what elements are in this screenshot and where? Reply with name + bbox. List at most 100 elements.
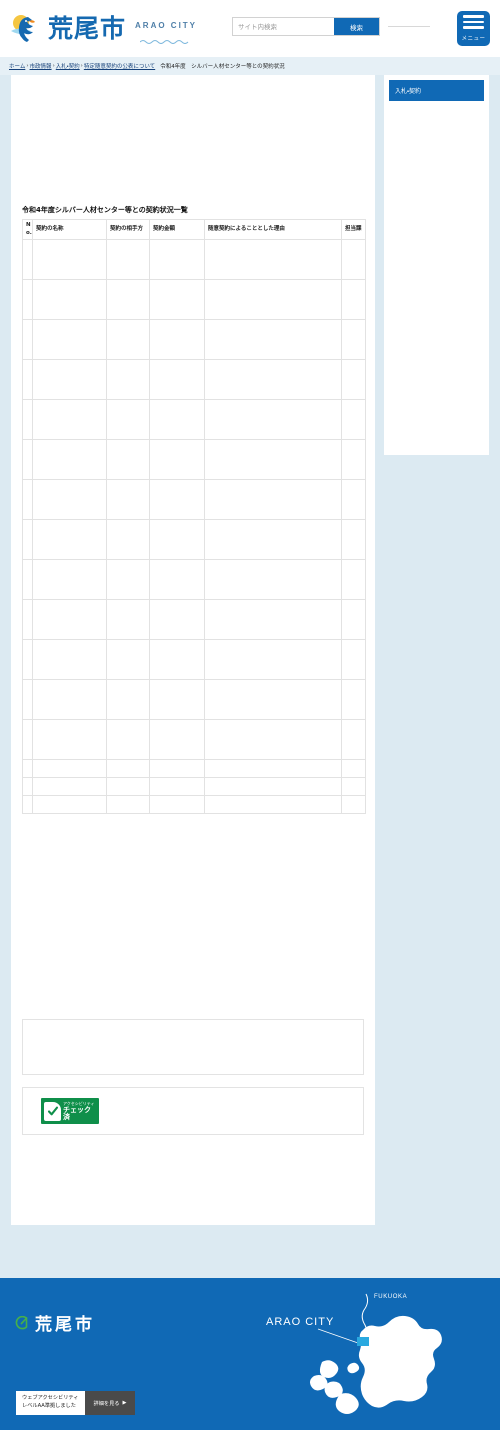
table-row: [22, 359, 366, 401]
table-row: [22, 599, 366, 641]
table-header-row: No. 契約の名称 契約の相手方 契約金額 随意契約によることとした理由 担当課: [22, 218, 366, 241]
breadcrumb-separator-3: ›: [80, 63, 83, 69]
table-cell: [22, 639, 33, 681]
table-cell: [106, 279, 150, 321]
table-cell: [106, 319, 150, 361]
table-cell: [22, 795, 33, 815]
main-bottom-spacer: [11, 814, 375, 1019]
table-header-cell-3: 契約金額: [149, 218, 205, 241]
table-cell: [341, 319, 366, 361]
sidebar-item-bidding-contract[interactable]: 入札・契約: [389, 80, 484, 101]
content-area: 令和4年度シルバー人材センター等との契約状況一覧 No. 契約の名称 契約の相手…: [0, 75, 500, 1225]
table-cell: [22, 519, 33, 561]
table-row: [22, 399, 366, 441]
table-cell: [106, 679, 150, 721]
table-cell: [32, 399, 107, 441]
table-cell: [32, 239, 107, 281]
table-cell: [32, 439, 107, 481]
table-cell: [32, 777, 107, 797]
table-cell: [22, 679, 33, 721]
table-cell: [204, 795, 342, 815]
table-cell: [22, 359, 33, 401]
footer-bottom-strip: [0, 1430, 500, 1436]
footer-accessibility-button-label: 詳細を見る: [93, 1400, 120, 1407]
table-cell: [22, 239, 33, 281]
table-cell: [341, 795, 366, 815]
table-row: [22, 777, 366, 797]
footer-accessibility-label: ウェブアクセシビリティ レベルAA準拠しました: [16, 1391, 85, 1415]
table-cell: [204, 399, 342, 441]
site-logo-subtitle: ARAO CITY: [135, 21, 198, 30]
table-cell: [341, 599, 366, 641]
arrow-right-icon: ▶: [122, 1400, 127, 1406]
table-cell: [204, 599, 342, 641]
breadcrumb-separator-1: ›: [26, 63, 29, 69]
breadcrumb-item-disclosure[interactable]: 特定随意契約の公表について: [84, 62, 155, 70]
table-row: [22, 719, 366, 761]
search-input[interactable]: [233, 18, 334, 35]
site-logo[interactable]: 荒尾市 ARAO CITY: [10, 14, 197, 44]
table-cell: [149, 519, 205, 561]
menu-button[interactable]: メニュー: [457, 11, 490, 46]
footer-logo[interactable]: 荒尾市: [14, 1310, 95, 1335]
table-cell: [149, 759, 205, 779]
table-cell: [204, 777, 342, 797]
table-cell: [341, 279, 366, 321]
table-cell: [32, 559, 107, 601]
footer-accessibility-line1: ウェブアクセシビリティ: [22, 1395, 79, 1402]
table-cell: [149, 479, 205, 521]
arao-bird-logo-icon: [10, 14, 44, 44]
breadcrumb-separator-2: ›: [52, 63, 55, 69]
table-cell: [32, 599, 107, 641]
table-cell: [149, 679, 205, 721]
search-button[interactable]: 検索: [334, 18, 379, 35]
kumamoto-map-graphic: ARAO CITY FUKUOKA KUMAMOTO: [262, 1284, 492, 1430]
table-row: [22, 479, 366, 521]
table-cell: [341, 639, 366, 681]
footer-accessibility-detail-button[interactable]: 詳細を見る ▶: [84, 1391, 136, 1415]
table-cell: [32, 639, 107, 681]
table-cell: [32, 759, 107, 779]
map-label-arao-city: ARAO CITY: [266, 1316, 335, 1328]
table-cell: [149, 319, 205, 361]
leaf-icon: [14, 1315, 28, 1330]
breadcrumb-item-bidding-contract[interactable]: 入札・契約: [56, 62, 80, 70]
table-cell: [341, 439, 366, 481]
table-cell: [106, 759, 150, 779]
table-cell: [149, 599, 205, 641]
breadcrumb-item-city-info[interactable]: 市政情報: [30, 62, 52, 70]
site-header: 荒尾市 ARAO CITY 検索 メニュー: [0, 0, 500, 57]
breadcrumb-item-home[interactable]: ホーム: [9, 62, 25, 70]
main-card-footer-spacer: [11, 1135, 375, 1157]
table-cell: [32, 719, 107, 761]
footer-city-name: 荒尾市: [35, 1315, 95, 1335]
table-cell: [341, 559, 366, 601]
site-search[interactable]: 検索: [232, 17, 380, 36]
table-cell: [22, 759, 33, 779]
table-cell: [149, 439, 205, 481]
accessibility-check-box: アクセシビリティ チェック済: [22, 1087, 364, 1136]
table-cell: [204, 479, 342, 521]
table-cell: [341, 777, 366, 797]
table-cell: [106, 795, 150, 815]
table-row: [22, 439, 366, 481]
table-cell: [32, 359, 107, 401]
table-cell: [32, 679, 107, 721]
table-cell: [204, 279, 342, 321]
site-logo-title: 荒尾市: [48, 14, 127, 43]
table-cell: [106, 439, 150, 481]
table-row: [22, 679, 366, 721]
table-cell: [22, 439, 33, 481]
table-cell: [22, 279, 33, 321]
table-cell: [341, 679, 366, 721]
accessibility-badge-line2: チェック済: [63, 1105, 91, 1121]
table-cell: [149, 239, 205, 281]
table-cell: [22, 479, 33, 521]
pre-footer-gap: [0, 1225, 500, 1278]
table-cell: [341, 519, 366, 561]
table-row: [22, 519, 366, 561]
table-header-cell-5: 担当課: [341, 218, 366, 241]
table-header-cell-1: 契約の名称: [32, 218, 107, 241]
table-cell: [32, 279, 107, 321]
table-cell: [22, 777, 33, 797]
